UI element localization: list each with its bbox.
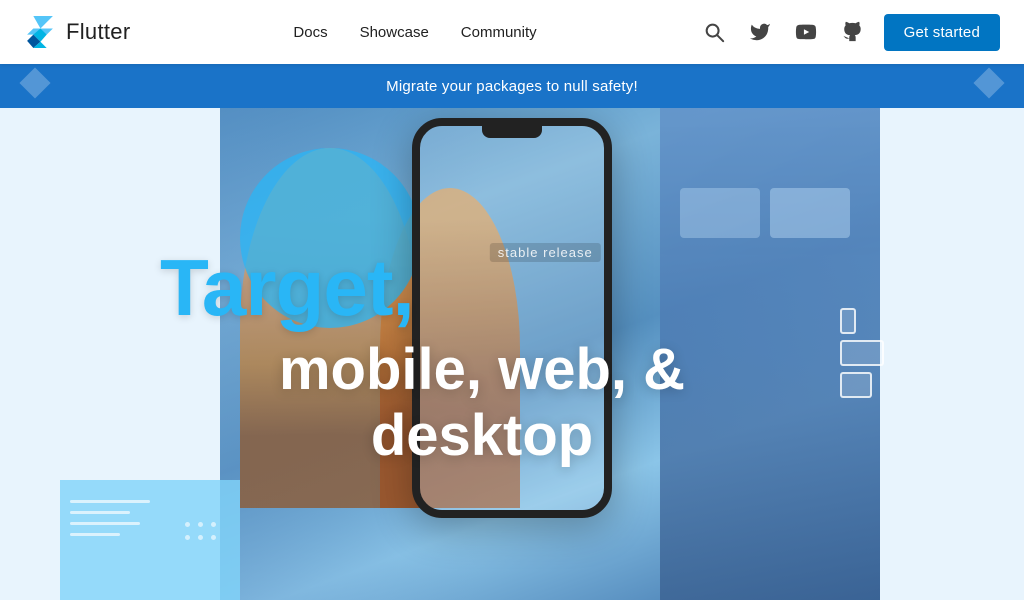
- dot: [198, 522, 203, 527]
- device-icon-row-2: [840, 340, 884, 366]
- nav-docs[interactable]: Docs: [293, 24, 327, 41]
- diamond-right-icon: [973, 67, 1004, 98]
- search-icon: [703, 21, 725, 43]
- banner-next-arrow[interactable]: [978, 72, 1000, 100]
- announcement-banner: Migrate your packages to null safety!: [0, 64, 1024, 108]
- desktop-icon-box: [840, 340, 884, 366]
- line-3: [70, 522, 140, 525]
- search-button[interactable]: [700, 18, 728, 46]
- nav-showcase[interactable]: Showcase: [360, 24, 429, 41]
- decorative-dots: [185, 522, 216, 540]
- github-button[interactable]: [838, 18, 866, 46]
- device-icon-row-3: [840, 372, 884, 398]
- dot: [211, 535, 216, 540]
- navbar-actions: Get started: [700, 14, 1000, 51]
- twitter-button[interactable]: [746, 18, 774, 46]
- hero-blue-rect-left: [60, 480, 240, 600]
- phone-mockup: [412, 118, 612, 518]
- dot: [185, 522, 190, 527]
- mobile-icon-box: [840, 308, 856, 334]
- twitter-icon: [749, 21, 771, 43]
- hero-blue-circle: [240, 148, 420, 328]
- navbar: Flutter Docs Showcase Community: [0, 0, 1024, 64]
- banner-prev-arrow[interactable]: [24, 72, 46, 100]
- dot-row-1: [185, 522, 216, 527]
- youtube-icon: [794, 21, 818, 43]
- line-2: [70, 511, 130, 514]
- tablet-icon-box: [840, 372, 872, 398]
- device-icons-group: [840, 308, 884, 398]
- line-1: [70, 500, 150, 503]
- dot-row-2: [185, 535, 216, 540]
- phone-notch: [482, 126, 542, 138]
- nav-community[interactable]: Community: [461, 24, 537, 41]
- diamond-left-icon: [19, 67, 50, 98]
- banner-message[interactable]: Migrate your packages to null safety!: [386, 78, 638, 95]
- flutter-logo-icon: [24, 16, 56, 48]
- youtube-button[interactable]: [792, 18, 820, 46]
- dot: [198, 535, 203, 540]
- brand-name: Flutter: [66, 19, 130, 45]
- brand-area: Flutter: [24, 16, 130, 48]
- device-icon-row-1: [840, 308, 884, 334]
- train-window-1: [770, 188, 850, 238]
- train-window-2: [680, 188, 760, 238]
- github-icon: [841, 21, 863, 43]
- hero-section: Target, stable release mobile, web, & de…: [0, 108, 1024, 600]
- nav-links: Docs Showcase Community: [293, 24, 536, 41]
- line-4: [70, 533, 120, 536]
- dot: [211, 522, 216, 527]
- get-started-button[interactable]: Get started: [884, 14, 1000, 51]
- dot: [185, 535, 190, 540]
